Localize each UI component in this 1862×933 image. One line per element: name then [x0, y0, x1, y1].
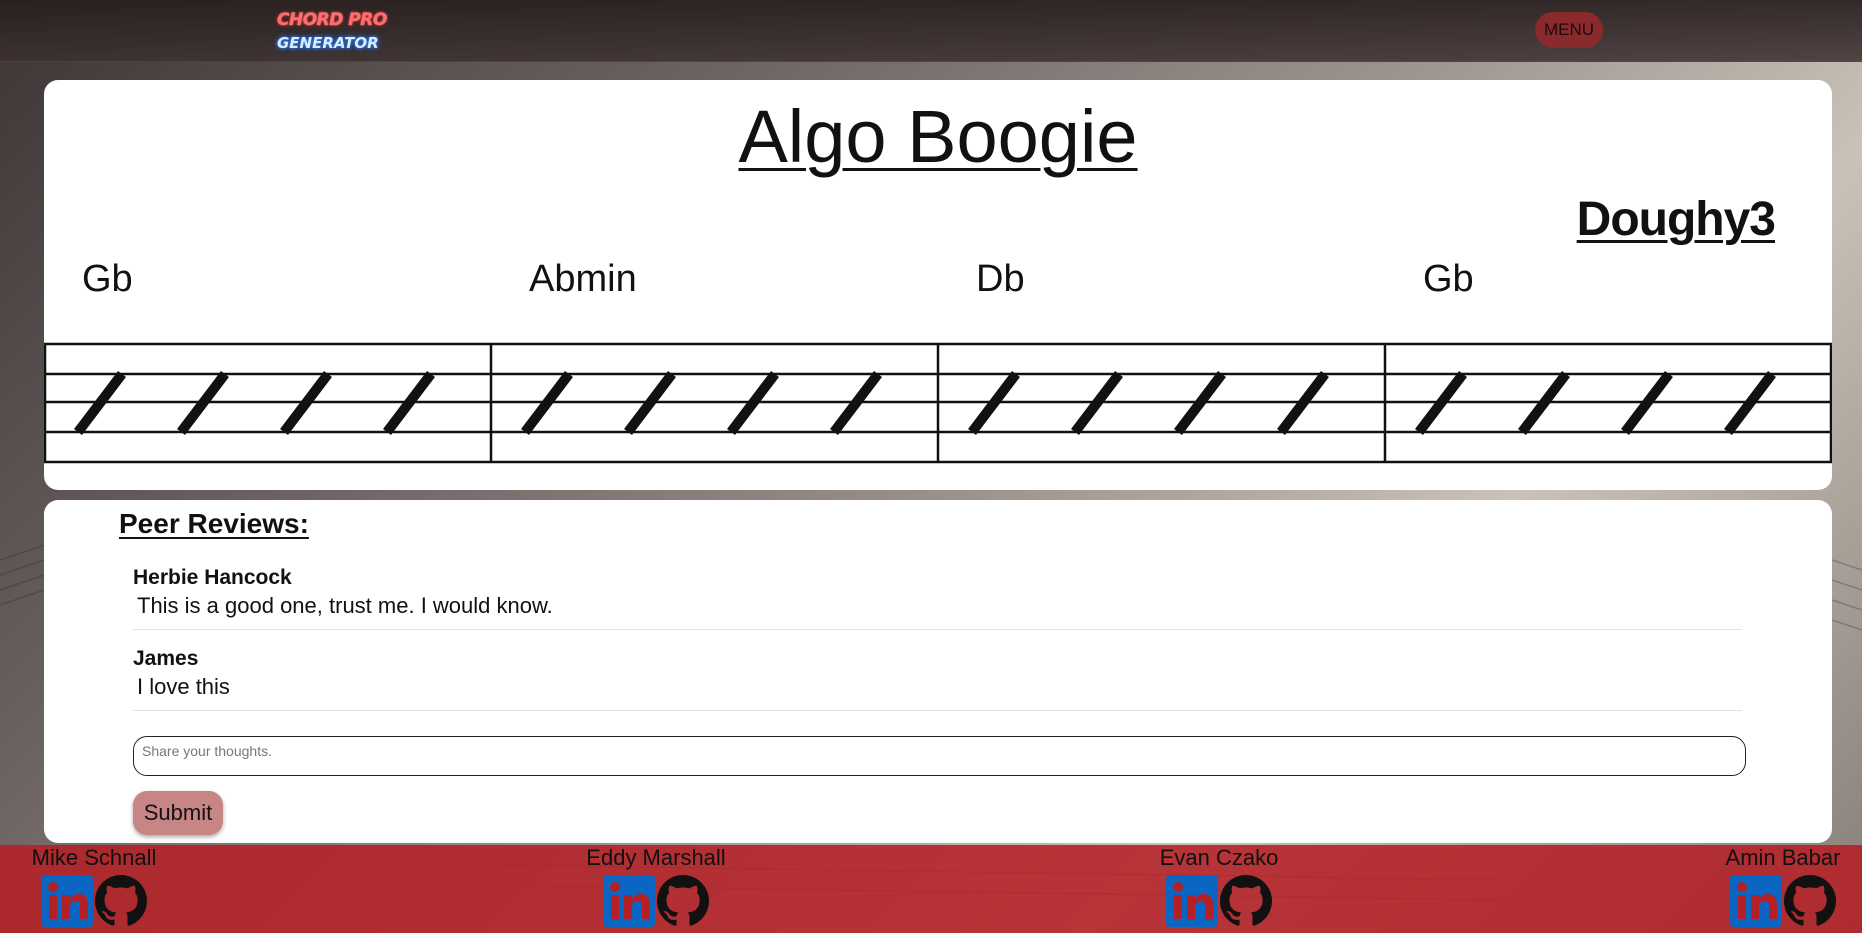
chord-label: Gb — [82, 258, 133, 300]
chord-label: Abmin — [529, 258, 637, 300]
song-title: Algo Boogie — [738, 95, 1138, 178]
team-member: Evan Czako — [1159, 845, 1279, 927]
linkedin-icon[interactable] — [1730, 875, 1782, 927]
linkedin-icon[interactable] — [603, 875, 655, 927]
review-text: I love this — [137, 674, 230, 699]
footer: Mike Schnall Eddy Marshall Evan Czako Am… — [0, 845, 1862, 933]
review-item: Herbie Hancock This is a good one, trust… — [133, 566, 1742, 630]
linkedin-icon[interactable] — [1166, 875, 1218, 927]
member-name: Evan Czako — [1159, 845, 1279, 870]
member-name: Amin Babar — [1725, 845, 1841, 870]
app-logo[interactable]: CHORD PRO GENERATOR — [277, 10, 395, 56]
review-author: James — [133, 647, 199, 670]
song-card: Algo Boogie Doughy3 Gb Abmin Db Gb — [44, 80, 1832, 490]
chord-label: Gb — [1423, 258, 1474, 300]
github-icon[interactable] — [1784, 875, 1836, 927]
review-text: This is a good one, trust me. I would kn… — [137, 593, 553, 618]
github-icon[interactable] — [1220, 875, 1272, 927]
review-author: Herbie Hancock — [133, 566, 292, 589]
menu-button[interactable]: MENU — [1535, 12, 1603, 48]
github-icon[interactable] — [95, 875, 147, 927]
team-member: Mike Schnall — [30, 845, 158, 927]
member-name: Eddy Marshall — [586, 845, 726, 870]
reviews-heading: Peer Reviews: — [119, 508, 309, 539]
member-name: Mike Schnall — [31, 845, 157, 870]
logo-line-1: CHORD PRO — [277, 10, 387, 30]
navbar: CHORD PRO GENERATOR MENU — [0, 0, 1862, 62]
review-input[interactable] — [133, 736, 1746, 776]
logo-line-2: GENERATOR — [277, 34, 379, 52]
team-member: Eddy Marshall — [586, 845, 726, 927]
team-member: Amin Babar — [1721, 845, 1845, 927]
submit-button[interactable]: Submit — [133, 791, 223, 835]
chord-label: Db — [976, 258, 1025, 300]
reviews-card: Peer Reviews: Herbie Hancock This is a g… — [44, 500, 1832, 843]
review-item: James I love this — [133, 647, 1742, 711]
chord-staff — [44, 342, 1832, 464]
github-icon[interactable] — [657, 875, 709, 927]
song-author-link[interactable]: Doughy3 — [1577, 192, 1776, 247]
linkedin-icon[interactable] — [41, 875, 93, 927]
